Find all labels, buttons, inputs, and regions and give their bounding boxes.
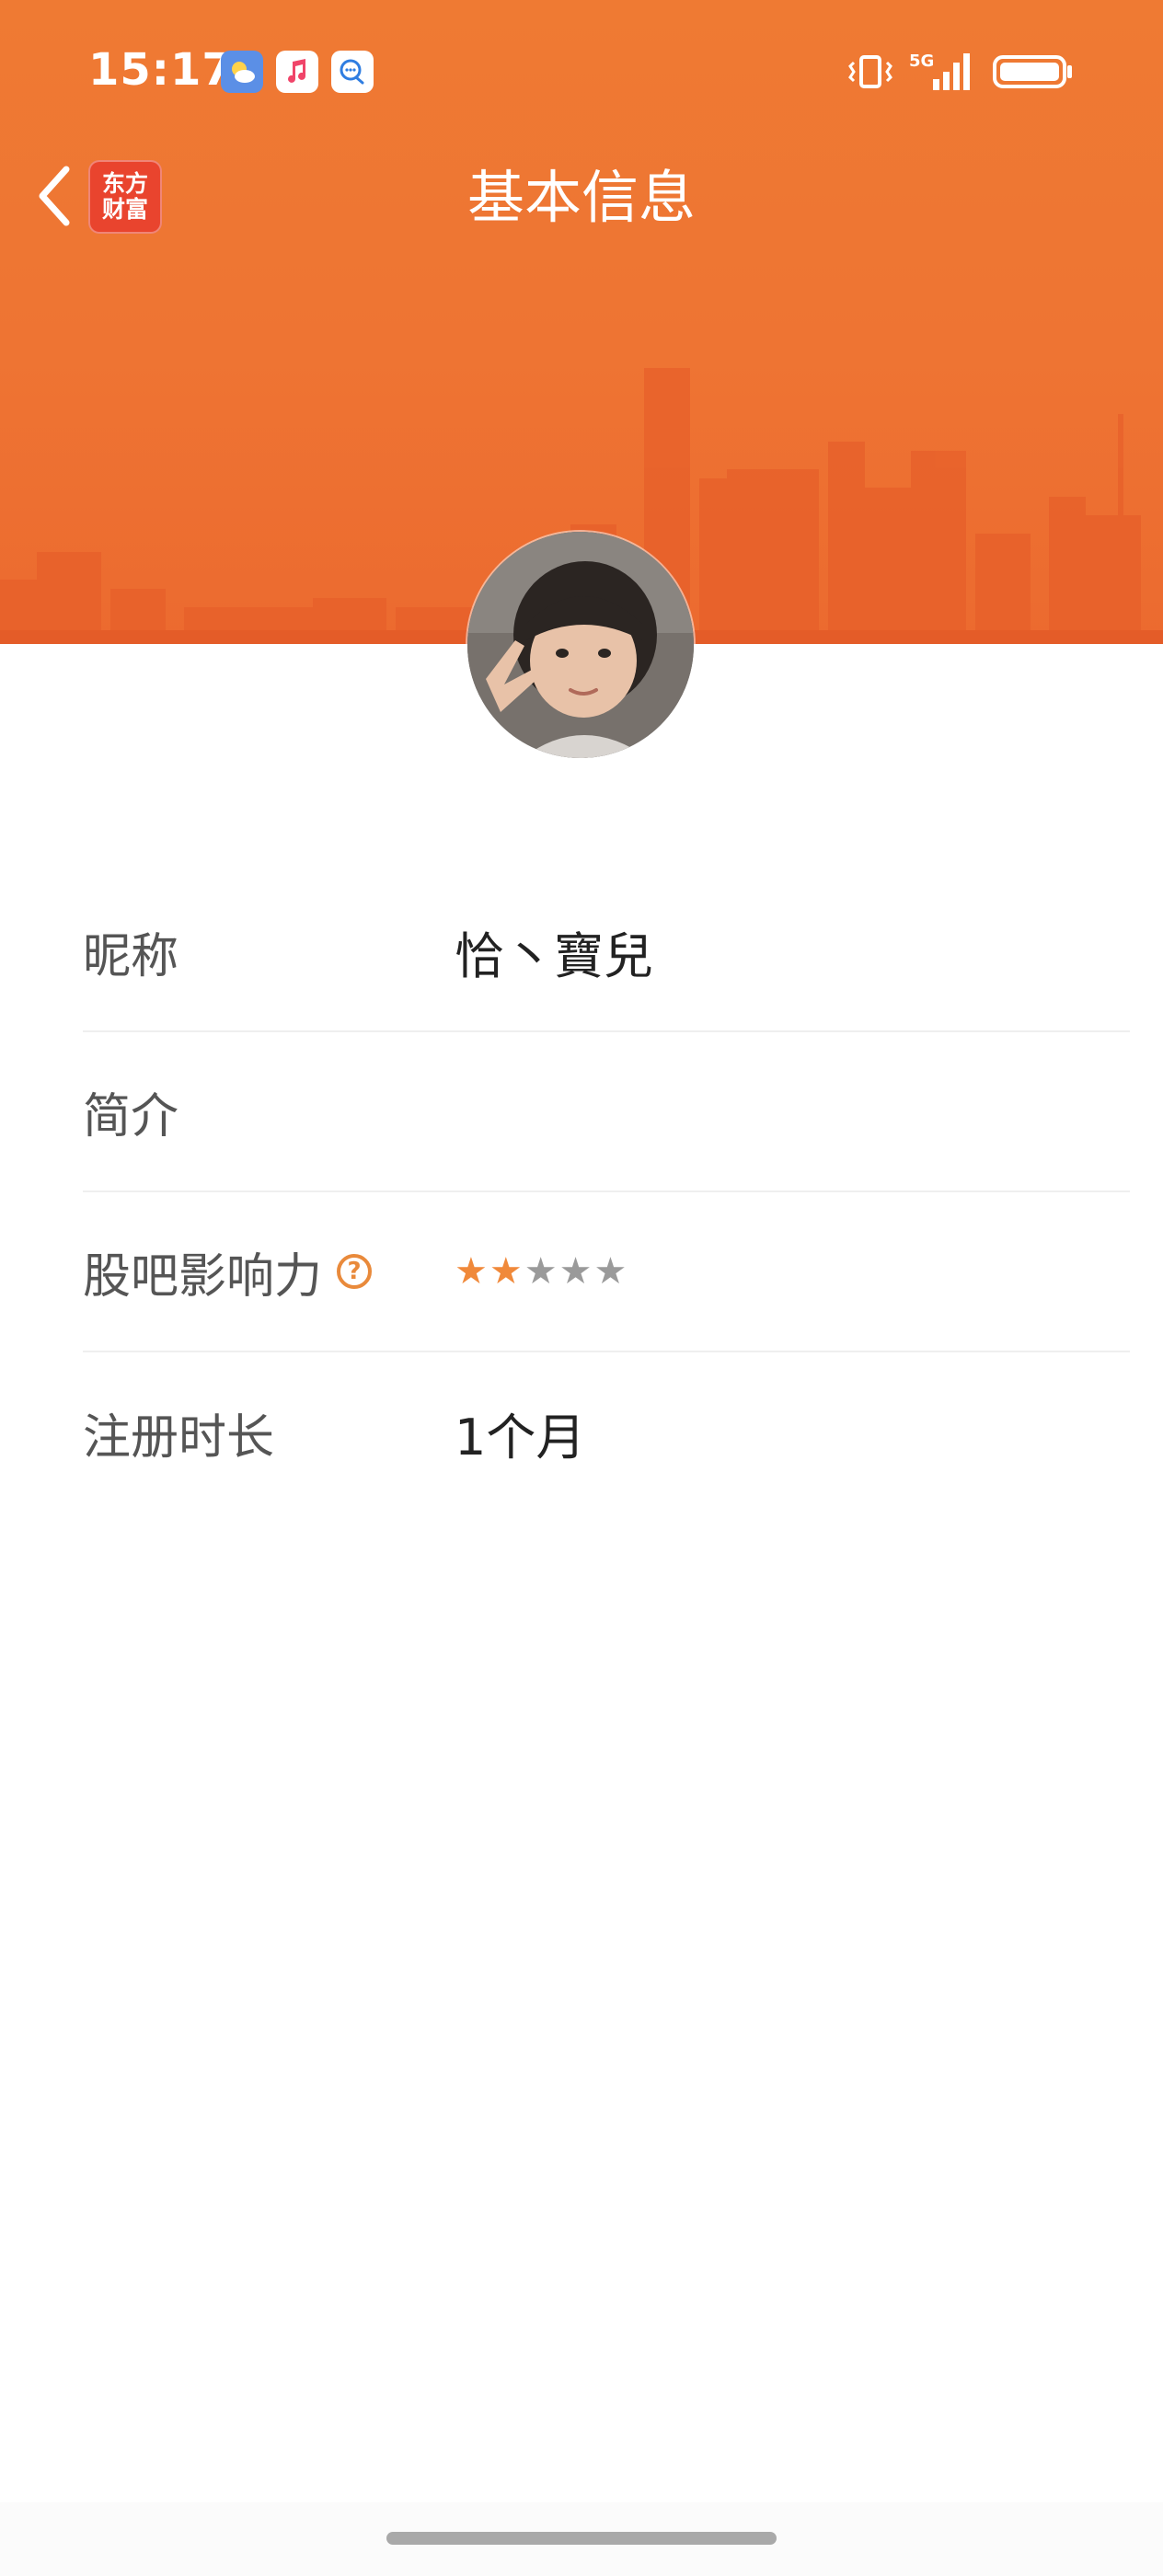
page-title: 基本信息 bbox=[466, 164, 696, 231]
star-filled-icon: ★ bbox=[489, 1250, 523, 1293]
weather-icon bbox=[221, 51, 263, 93]
signal-icon: 5G bbox=[909, 52, 970, 90]
home-indicator[interactable] bbox=[386, 2532, 777, 2545]
nickname-row: 昵称 恰丶寶兒 bbox=[83, 872, 1130, 1032]
help-icon[interactable]: ? bbox=[337, 1254, 373, 1289]
registration-label: 注册时长 bbox=[83, 1409, 275, 1466]
system-status-icons: 5G bbox=[845, 50, 1075, 94]
influence-row: 股吧影响力 ? ★ ★ ★ ★ ★ bbox=[83, 1192, 1130, 1352]
nickname-value: 恰丶寶兒 bbox=[455, 926, 653, 985]
star-filled-icon: ★ bbox=[455, 1250, 488, 1293]
navigation-bar: 东方 财富 基本信息 bbox=[0, 147, 1163, 248]
nickname-label: 昵称 bbox=[83, 928, 179, 984]
battery-icon bbox=[993, 55, 1072, 88]
vibrate-icon bbox=[848, 55, 892, 88]
registration-value: 1个月 bbox=[455, 1408, 586, 1466]
influence-label-group: 股吧影响力 ? bbox=[83, 1237, 455, 1306]
star-empty-icon: ★ bbox=[524, 1250, 558, 1293]
avatar-photo bbox=[467, 532, 694, 758]
network-type: 5G bbox=[909, 52, 934, 71]
star-empty-icon: ★ bbox=[593, 1250, 628, 1293]
notification-icons bbox=[221, 51, 374, 93]
bio-label: 简介 bbox=[83, 1088, 179, 1144]
registration-row: 注册时长 1个月 bbox=[83, 1352, 1130, 1512]
message-icon bbox=[331, 51, 374, 93]
avatar[interactable] bbox=[467, 532, 694, 758]
status-time: 15:17 bbox=[88, 44, 234, 96]
influence-label: 股吧影响力 bbox=[83, 1248, 323, 1305]
bio-row: 简介 bbox=[83, 1032, 1130, 1192]
star-empty-icon: ★ bbox=[558, 1250, 593, 1293]
music-icon bbox=[276, 51, 318, 93]
status-bar: 15:17 5G bbox=[0, 0, 1163, 138]
profile-info-list: 昵称 恰丶寶兒 简介 股吧影响力 ? ★ ★ ★ ★ ★ 注册时长 1个月 bbox=[83, 872, 1130, 1512]
influence-rating: ★ ★ ★ ★ ★ bbox=[455, 1253, 627, 1290]
